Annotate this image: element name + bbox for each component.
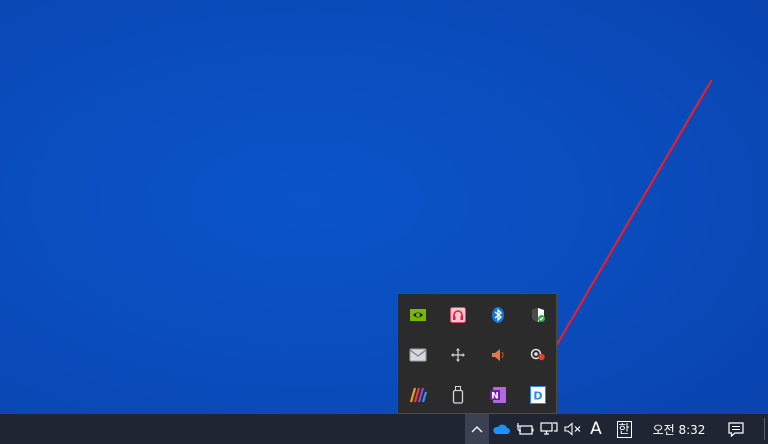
d-app-icon[interactable]: D	[518, 375, 558, 415]
desktop	[0, 0, 768, 414]
headset-icon[interactable]	[438, 295, 478, 335]
action-center-button[interactable]	[722, 414, 750, 444]
nvidia-icon[interactable]	[398, 295, 438, 335]
chevron-up-icon	[471, 426, 483, 433]
record-icon[interactable]	[518, 335, 558, 375]
ime-hangul-indicator[interactable]: 한	[613, 414, 635, 444]
speaker-icon[interactable]	[478, 335, 518, 375]
svg-text:N: N	[491, 391, 499, 401]
colorful-app-icon[interactable]	[398, 375, 438, 415]
move-icon[interactable]	[438, 335, 478, 375]
tray-overflow-popup: N D	[397, 293, 557, 414]
onenote-icon[interactable]: N	[478, 375, 518, 415]
clock-button[interactable]: 오전 8:32	[643, 414, 715, 444]
notification-icon	[728, 421, 744, 437]
ime-mode-label: A	[590, 419, 602, 439]
bluetooth-icon[interactable]	[478, 295, 518, 335]
clock-time: 오전 8:32	[652, 422, 706, 437]
windows-security-icon[interactable]	[518, 295, 558, 335]
svg-text:D: D	[533, 390, 542, 403]
onedrive-icon[interactable]	[489, 414, 513, 444]
battery-power-icon[interactable]	[513, 414, 537, 444]
usb-drive-icon[interactable]	[438, 375, 478, 415]
show-hidden-icons-button[interactable]	[465, 414, 489, 444]
mail-icon[interactable]	[398, 335, 438, 375]
taskbar: A 한 오전 8:32	[0, 414, 768, 444]
ime-hangul-label: 한	[616, 420, 632, 438]
volume-muted-icon[interactable]	[561, 414, 585, 444]
network-icon[interactable]	[537, 414, 561, 444]
ime-mode-indicator[interactable]: A	[585, 414, 607, 444]
show-desktop-button[interactable]	[764, 418, 765, 440]
